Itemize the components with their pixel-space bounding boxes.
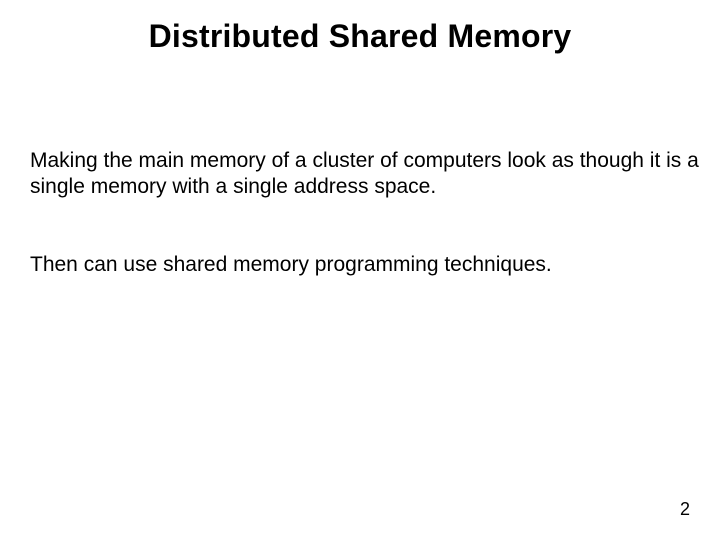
page-number: 2 bbox=[680, 499, 690, 520]
slide: Distributed Shared Memory Making the mai… bbox=[0, 0, 720, 540]
body-paragraph-1: Making the main memory of a cluster of c… bbox=[30, 148, 710, 201]
body-paragraph-2: Then can use shared memory programming t… bbox=[30, 252, 710, 278]
slide-title: Distributed Shared Memory bbox=[0, 18, 720, 55]
